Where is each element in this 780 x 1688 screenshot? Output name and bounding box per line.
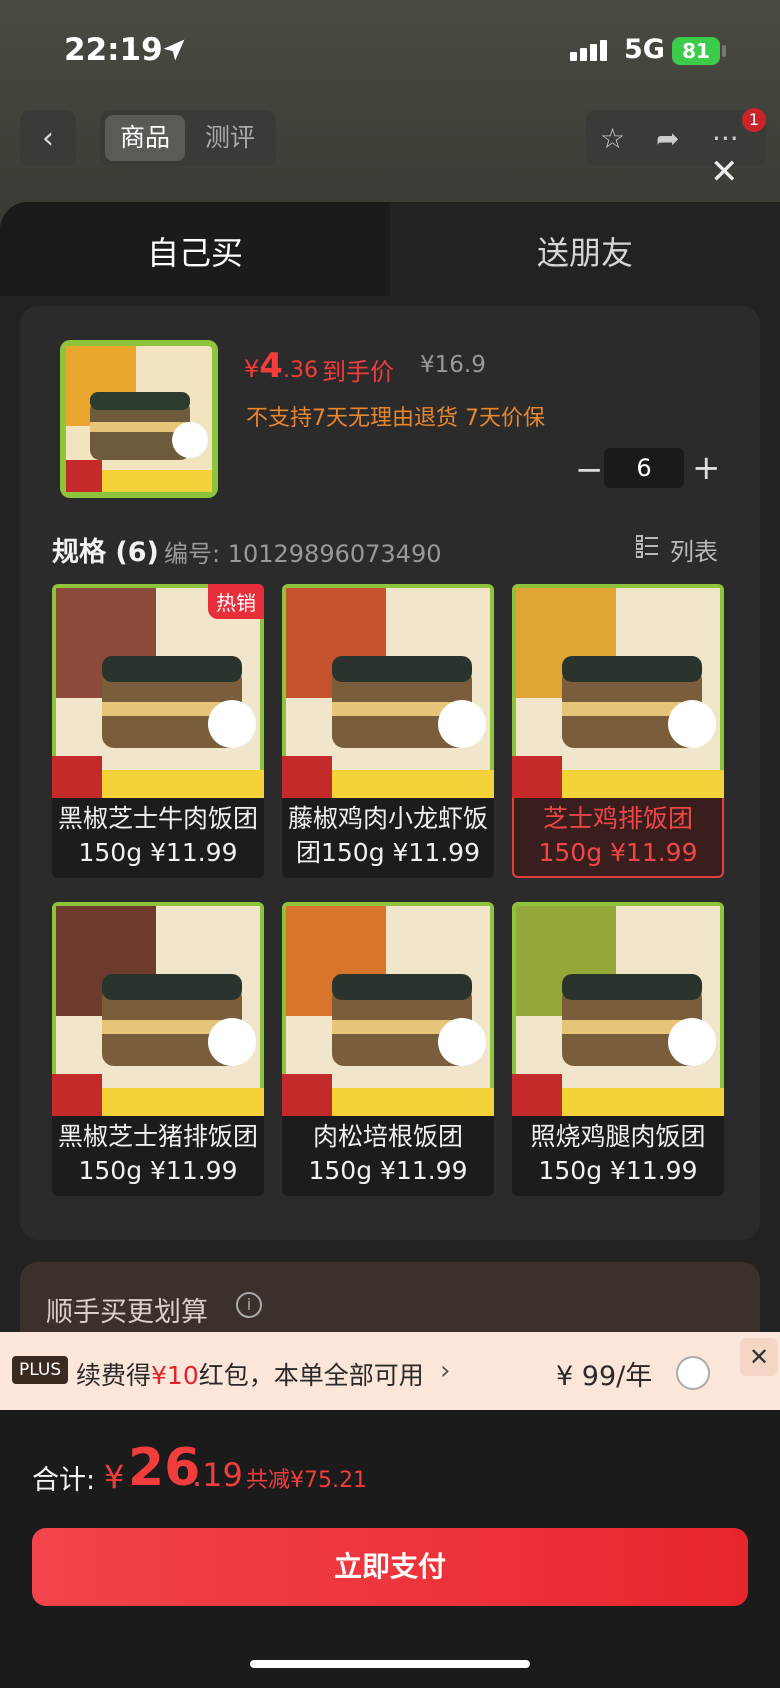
sku-image xyxy=(282,584,494,798)
tab-product[interactable]: 商品 xyxy=(105,115,185,161)
quantity-decrease-button[interactable]: − xyxy=(575,450,604,490)
sku-image xyxy=(52,902,264,1116)
pay-now-button[interactable]: 立即支付 xyxy=(32,1528,748,1606)
sku-image xyxy=(282,902,494,1116)
plus-promo-text: 续费得¥10红包，本单全部可用 xyxy=(76,1361,424,1390)
sku-option[interactable]: 藤椒鸡肉小龙虾饭团150g ¥11.99 xyxy=(282,584,494,878)
hot-badge: 热销 xyxy=(208,584,264,619)
quantity-increase-button[interactable]: + xyxy=(692,448,721,488)
sku-option[interactable]: 肉松培根饭团150g ¥11.99 xyxy=(282,902,494,1196)
more-icon[interactable]: ··· xyxy=(712,122,739,155)
sku-name: 黑椒芝士猪排饭团150g ¥11.99 xyxy=(58,1122,259,1185)
notification-badge: 1 xyxy=(742,108,766,132)
total-label: 合计: xyxy=(32,1465,96,1496)
sku-image xyxy=(512,902,724,1116)
sku-name: 芝士鸡排饭团150g ¥11.99 xyxy=(538,804,698,867)
sku-name: 照烧鸡腿肉饭团150g ¥11.99 xyxy=(530,1122,706,1185)
status-time: 22:19 xyxy=(64,32,163,68)
plus-price: ¥ 99/年 xyxy=(556,1361,653,1392)
info-icon[interactable]: i xyxy=(236,1292,262,1318)
spec-title: 规格 (6) xyxy=(52,537,159,568)
original-price: ¥16.9 xyxy=(420,352,486,378)
sku-option[interactable]: 照烧鸡腿肉饭团150g ¥11.99 xyxy=(512,902,724,1196)
list-view-toggle[interactable]: 列表 xyxy=(670,532,718,567)
addon-title: 顺手买更划算 xyxy=(46,1297,208,1328)
total-amount: 26 xyxy=(128,1438,201,1498)
plus-tag: PLUS xyxy=(12,1356,69,1384)
home-indicator xyxy=(250,1660,530,1668)
battery-level: 81 xyxy=(672,37,720,65)
tab-send-friend[interactable]: 送朋友 xyxy=(390,228,780,274)
discount-total: 共减¥75.21 xyxy=(246,1468,367,1493)
back-button[interactable]: ‹ xyxy=(20,110,76,166)
close-icon[interactable]: ✕ xyxy=(710,152,739,192)
total-currency: ¥ xyxy=(104,1458,125,1496)
share-icon[interactable]: ➦ xyxy=(656,122,679,155)
star-icon[interactable]: ☆ xyxy=(600,122,625,155)
signal-icon xyxy=(570,40,610,61)
plus-radio[interactable] xyxy=(676,1356,710,1390)
battery-icon xyxy=(722,45,726,57)
sku-option[interactable]: 芝士鸡排饭团150g ¥11.99 xyxy=(512,584,724,878)
sku-name: 肉松培根饭团150g ¥11.99 xyxy=(308,1122,468,1185)
quantity-input[interactable]: 6 xyxy=(604,448,684,488)
product-thumbnail xyxy=(60,340,218,498)
final-price-label: 到手价 xyxy=(322,358,394,386)
sku-name: 藤椒鸡肉小龙虾饭团150g ¥11.99 xyxy=(288,804,489,867)
sku-name: 黑椒芝士牛肉饭团150g ¥11.99 xyxy=(58,804,259,867)
sku-image xyxy=(512,584,724,798)
network-type: 5G xyxy=(624,34,665,65)
return-policy: 不支持7天无理由退货 7天价保 xyxy=(246,406,545,431)
product-code: 编号: 10129896073490 xyxy=(164,540,442,568)
sku-option[interactable]: 黑椒芝士猪排饭团150g ¥11.99 xyxy=(52,902,264,1196)
plus-close-icon[interactable]: ✕ xyxy=(740,1338,778,1376)
sku-option[interactable]: 热销黑椒芝士牛肉饭团150g ¥11.99 xyxy=(52,584,264,878)
chevron-right-icon: › xyxy=(440,1356,451,1386)
total-decimal: .19 xyxy=(192,1456,243,1494)
tab-buy-self[interactable]: 自己买 xyxy=(0,228,390,274)
list-icon[interactable] xyxy=(636,534,658,558)
final-price: ¥4.36 xyxy=(244,346,318,386)
tab-review[interactable]: 测评 xyxy=(190,115,270,161)
location-arrow-icon xyxy=(163,39,185,61)
